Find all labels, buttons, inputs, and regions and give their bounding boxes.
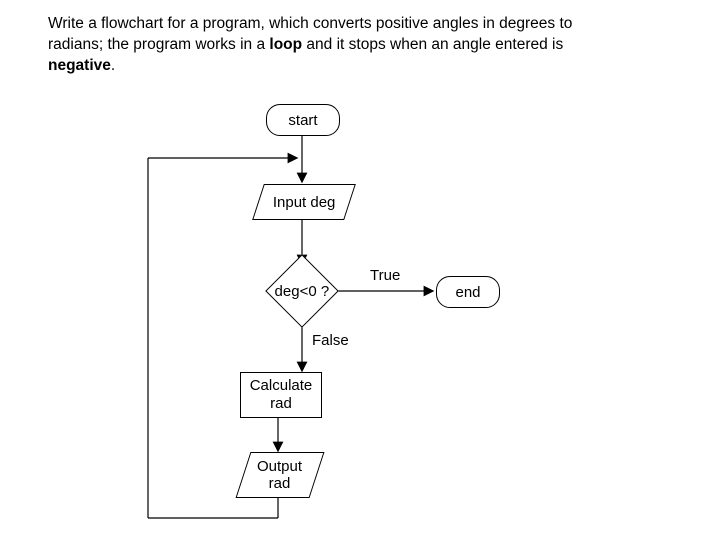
prompt-text-2: and it stops when an angle entered is xyxy=(302,36,563,53)
label-true: True xyxy=(370,267,400,284)
node-start: start xyxy=(266,104,340,136)
node-input-label: Input deg xyxy=(273,194,336,211)
prompt-bold-negative: negative xyxy=(48,57,111,74)
node-calculate-label: Calculate rad xyxy=(250,377,313,413)
node-end-label: end xyxy=(455,284,480,301)
flowchart-arrows xyxy=(0,0,720,540)
prompt-bold-loop: loop xyxy=(269,36,302,53)
problem-statement: Write a flowchart for a program, which c… xyxy=(48,14,628,77)
node-end: end xyxy=(436,276,500,308)
node-calculate: Calculate rad xyxy=(240,372,322,418)
flowchart-slide: Write a flowchart for a program, which c… xyxy=(0,0,720,540)
node-input: Input deg xyxy=(252,184,356,220)
node-decision-label: deg<0 ? xyxy=(275,283,330,300)
node-output: Output rad xyxy=(236,452,325,498)
prompt-text-3: . xyxy=(111,57,115,74)
node-start-label: start xyxy=(288,112,317,129)
label-false: False xyxy=(312,332,349,349)
node-output-label: Output rad xyxy=(257,458,302,492)
node-decision: deg<0 ? xyxy=(265,254,339,328)
